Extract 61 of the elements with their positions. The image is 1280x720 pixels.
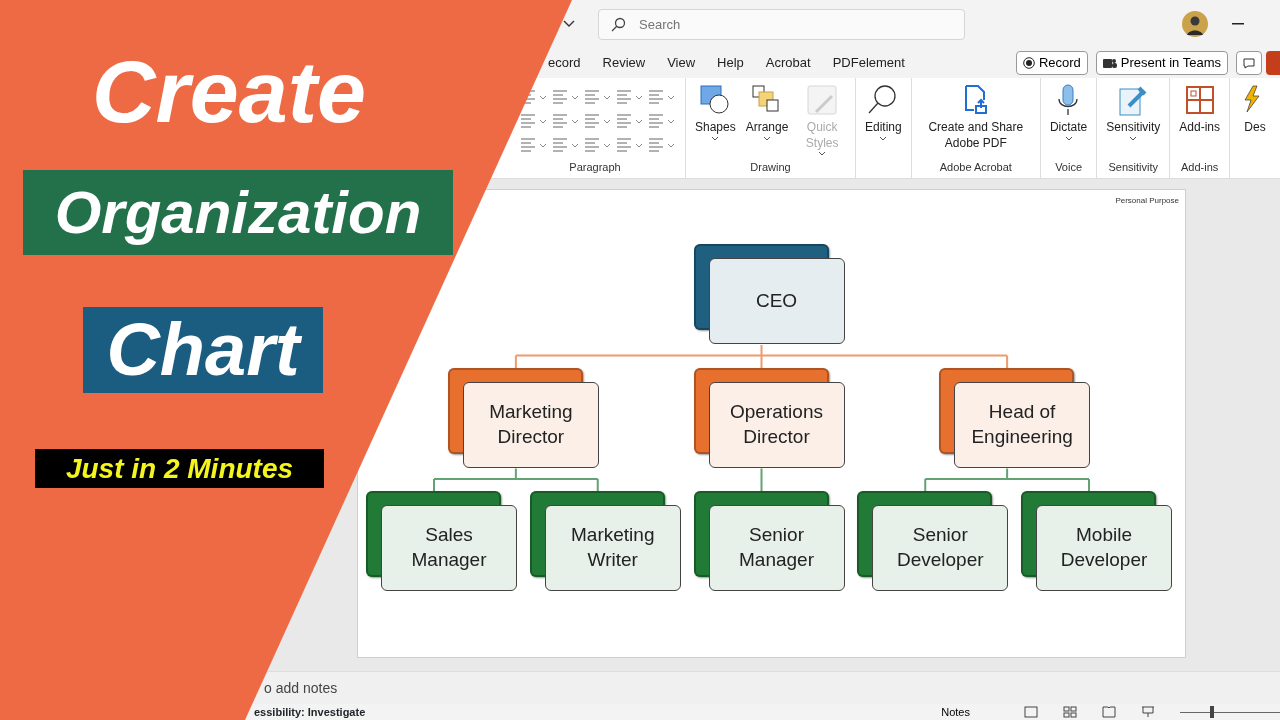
- chevron-down-icon: [1064, 135, 1073, 141]
- ribbon-button[interactable]: Create and Share Adobe PDF: [917, 82, 1034, 159]
- org-node: Senior Manager: [708, 505, 845, 591]
- record-icon: [1022, 57, 1035, 69]
- org-node: CEO: [708, 258, 845, 344]
- chevron-down-icon: [763, 135, 772, 141]
- zoom-slider[interactable]: [1180, 706, 1280, 718]
- presentation-icon[interactable]: [1141, 706, 1155, 718]
- minimize-icon[interactable]: [1232, 23, 1244, 25]
- search-icon: [610, 16, 626, 33]
- search-field[interactable]: Search: [598, 8, 965, 40]
- present-in-teams-button[interactable]: Present in Teams: [1095, 51, 1228, 75]
- chevron-down-icon: [818, 151, 827, 157]
- ribbon-tab[interactable]: Help: [717, 51, 744, 75]
- brush-icon: [806, 84, 839, 116]
- record-button[interactable]: Record: [1015, 51, 1088, 75]
- tagline: Just in 2 Minutes: [35, 449, 324, 488]
- org-node: Operations Director: [708, 381, 845, 468]
- title-text: Organization: [23, 170, 453, 255]
- ribbon-button[interactable]: Editing: [862, 82, 905, 178]
- shapes-icon: [699, 84, 732, 116]
- normal-view-icon[interactable]: [1024, 706, 1038, 718]
- speech-bubble-icon: [1243, 57, 1255, 69]
- org-node: Marketing Writer: [544, 505, 681, 591]
- group-label: Drawing: [749, 159, 792, 175]
- org-node: Senior Developer: [872, 505, 1009, 591]
- ribbon-button[interactable]: Add-ins: [1176, 82, 1223, 159]
- group-label: Paragraph: [568, 159, 622, 175]
- ribbon-tab[interactable]: Acrobat: [765, 51, 811, 75]
- grid-icon[interactable]: [1063, 706, 1077, 718]
- group-label: Add-ins: [1180, 159, 1220, 175]
- ribbon-button[interactable]: Des: [1236, 82, 1274, 178]
- group-label: Adobe Acrobat: [938, 159, 1013, 175]
- ribbon-tab[interactable]: Review: [602, 51, 646, 75]
- title-text: Chart: [83, 307, 323, 393]
- ribbon-button[interactable]: Shapes: [692, 82, 739, 159]
- ribbon-button[interactable]: Sensitivity: [1103, 82, 1164, 159]
- chevron-down-icon: [711, 135, 720, 141]
- ribbon-tab[interactable]: ecord: [548, 51, 581, 75]
- comments-button[interactable]: [1236, 51, 1262, 75]
- org-node: Mobile Developer: [1036, 505, 1172, 591]
- accessibility-status[interactable]: essibility: Investigate: [254, 706, 366, 718]
- slide-label: Personal Purpose: [1115, 195, 1179, 207]
- chevron-down-icon: [1129, 135, 1138, 141]
- notes-placeholder[interactable]: o add notes: [264, 677, 338, 699]
- group-label: Sensitivity: [1107, 159, 1160, 175]
- group-label: Voice: [1054, 159, 1084, 175]
- org-node: Sales Manager: [381, 505, 517, 591]
- ribbon-button[interactable]: Arrange: [742, 82, 792, 159]
- ribbon-button[interactable]: Dictate: [1046, 82, 1091, 159]
- notes-button[interactable]: Notes: [937, 706, 974, 718]
- chevron-down-icon: [879, 135, 888, 141]
- avatar-icon[interactable]: [1182, 11, 1208, 37]
- org-node: Head of Engineering: [954, 381, 1091, 468]
- ribbon-tab[interactable]: PDFelement: [832, 51, 905, 75]
- teams-icon: [1102, 57, 1117, 69]
- ribbon-tab[interactable]: View: [667, 51, 696, 75]
- title-text: Create: [92, 48, 366, 136]
- grid-icon: [1183, 84, 1216, 116]
- org-node: Marketing Director: [462, 381, 599, 468]
- book-icon[interactable]: [1102, 706, 1116, 718]
